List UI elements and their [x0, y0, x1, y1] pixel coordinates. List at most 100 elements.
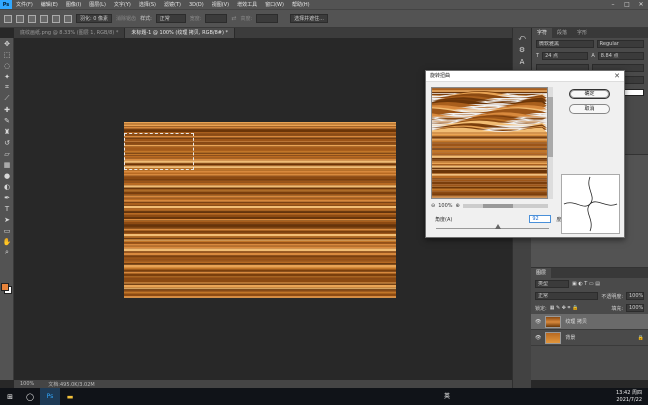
height-field[interactable] — [256, 14, 279, 23]
tab-character[interactable]: 字符 — [532, 28, 553, 38]
ime-indicator[interactable]: 英 — [444, 391, 450, 400]
zoom-in-icon[interactable]: ⊕ — [456, 203, 460, 209]
menu-3d[interactable]: 3D(D) — [185, 2, 208, 8]
home-icon[interactable] — [4, 14, 12, 23]
move-icon[interactable]: ✥ — [0, 38, 14, 49]
task-view-icon[interactable]: ◯ — [20, 388, 40, 405]
minimize-icon[interactable]: – — [606, 0, 620, 9]
healing-icon[interactable]: ✚ — [0, 104, 14, 115]
marquee-preset-icon[interactable] — [16, 14, 24, 23]
wood-grain-stripe — [432, 163, 547, 166]
cancel-button[interactable]: 取消 — [569, 104, 610, 114]
shape-icon[interactable]: ▭ — [0, 225, 14, 236]
history-brush-icon[interactable]: ↺ — [0, 137, 14, 148]
width-field[interactable] — [205, 14, 228, 23]
close-icon[interactable]: ✕ — [634, 0, 648, 9]
lock-icons[interactable]: ▦ ✎ ✥ ⌗ 🔒 — [550, 305, 579, 311]
intersect-selection-icon[interactable] — [64, 14, 72, 23]
angle-slider-knob[interactable] — [495, 224, 502, 229]
angle-slider[interactable] — [436, 228, 549, 229]
wood-grain-stripe — [124, 138, 396, 142]
type-icon[interactable]: T — [0, 203, 14, 214]
new-selection-icon[interactable] — [28, 14, 36, 23]
eraser-icon[interactable]: ▱ — [0, 148, 14, 159]
preview-scrollbar[interactable] — [548, 87, 553, 199]
file-explorer-icon[interactable]: ▬ — [60, 388, 80, 405]
brush-icon[interactable]: ✎ — [0, 115, 14, 126]
add-selection-icon[interactable] — [40, 14, 48, 23]
visibility-eye-icon[interactable]: 👁 — [535, 335, 541, 341]
font-family-select[interactable]: 微软雅黑 — [536, 40, 594, 48]
foreground-color-swatch[interactable] — [1, 283, 9, 291]
menu-plugins[interactable]: 增效工具 — [233, 1, 261, 8]
character-icon[interactable]: A — [513, 58, 531, 70]
gradient-icon[interactable]: ▦ — [0, 159, 14, 170]
tab-paragraph[interactable]: 段落 — [552, 28, 572, 38]
swap-icon[interactable]: ⇄ — [231, 15, 236, 22]
leading-field[interactable]: 8.84 点 — [597, 52, 645, 60]
menu-type[interactable]: 文字(Y) — [110, 1, 135, 8]
preview-hscroll[interactable] — [462, 204, 548, 208]
layer-row[interactable]: 👁 背景 🔒 — [531, 330, 648, 346]
history-icon[interactable]: ⤺ — [513, 34, 531, 46]
tab-document-1[interactable]: 底纹画纸.png @ 8.33% (图层 1, RGB/8) * — [14, 28, 126, 38]
dodge-icon[interactable]: ◐ — [0, 181, 14, 192]
wood-grain-stripe — [124, 264, 396, 268]
tab-layers[interactable]: 图层 — [531, 268, 552, 278]
marquee-icon[interactable]: ⬚ — [0, 49, 14, 60]
zoom-level[interactable]: 100% — [20, 381, 34, 387]
blur-icon[interactable]: ● — [0, 170, 14, 181]
lasso-icon[interactable]: ◌ — [0, 60, 14, 71]
menu-filter[interactable]: 滤镜(T) — [160, 1, 185, 8]
zoom-icon[interactable]: ⌕ — [0, 247, 14, 258]
zoom-out-icon[interactable]: ⊖ — [431, 203, 435, 209]
menu-help[interactable]: 帮助(H) — [288, 1, 314, 8]
system-clock[interactable]: 13:42 周四 2021/7/22 — [616, 388, 642, 405]
visibility-eye-icon[interactable]: 👁 — [535, 319, 541, 325]
windows-start-icon[interactable]: ⊞ — [0, 388, 20, 405]
wood-grain-stripe — [124, 166, 396, 169]
font-size-field[interactable]: 24 点 — [542, 52, 589, 60]
wood-grain-stripe — [124, 185, 396, 188]
antialias-checkbox[interactable]: 消除锯齿 — [116, 15, 136, 22]
maximize-icon[interactable]: □ — [620, 0, 634, 9]
properties-icon[interactable]: ⚙ — [513, 46, 531, 58]
wood-grain-stripe — [124, 193, 396, 196]
fill-field[interactable]: 100% — [626, 304, 644, 312]
wood-grain-stripe — [432, 188, 547, 191]
menu-window[interactable]: 窗口(W) — [261, 1, 288, 8]
blend-mode-select[interactable]: 正常 — [535, 292, 599, 300]
crop-icon[interactable]: ⌗ — [0, 82, 14, 93]
layer-row[interactable]: 👁 纹理 拷贝 — [531, 314, 648, 330]
select-mask-button[interactable]: 选择并遮住... — [290, 14, 328, 23]
filter-icons[interactable]: ▣ ◐ T ▭ ▤ — [572, 281, 600, 287]
tab-glyphs[interactable]: 字形 — [572, 28, 592, 38]
menu-select[interactable]: 选择(S) — [135, 1, 160, 8]
photoshop-taskbar-icon[interactable]: Ps — [40, 388, 60, 405]
menu-edit[interactable]: 编辑(E) — [37, 1, 62, 8]
style-select[interactable]: 正常 — [155, 14, 186, 23]
path-select-icon[interactable]: ➤ — [0, 214, 14, 225]
font-style-select[interactable]: Regular — [596, 40, 644, 48]
menu-view[interactable]: 视图(V) — [208, 1, 233, 8]
wood-texture-canvas[interactable] — [124, 122, 396, 298]
menu-file[interactable]: 文件(F) — [12, 1, 37, 8]
tab-document-2[interactable]: 未标题-1 @ 100% (纹理 拷贝, RGB/8#) * — [125, 28, 235, 38]
dialog-close-icon[interactable]: ✕ — [614, 71, 620, 82]
pen-icon[interactable]: ✒ — [0, 192, 14, 203]
wood-grain-stripe — [124, 182, 396, 186]
angle-input[interactable]: 92 — [529, 215, 552, 223]
menu-image[interactable]: 图像(I) — [62, 1, 85, 8]
filter-preview[interactable] — [431, 87, 548, 199]
stamp-icon[interactable]: ♜ — [0, 126, 14, 137]
subtract-selection-icon[interactable] — [52, 14, 60, 23]
feather-field[interactable]: 羽化: 0 像素 — [76, 14, 113, 23]
menu-layer[interactable]: 图层(L) — [85, 1, 110, 8]
magic-wand-icon[interactable]: ✦ — [0, 71, 14, 82]
layer-kind-filter[interactable]: 类型 — [535, 280, 569, 288]
opacity-field[interactable]: 100% — [626, 292, 644, 300]
text-color-swatch[interactable] — [624, 88, 644, 96]
hand-icon[interactable]: ✋ — [0, 236, 14, 247]
eyedropper-icon[interactable]: ⟋ — [0, 93, 14, 104]
ok-button[interactable]: 确定 — [569, 89, 610, 99]
